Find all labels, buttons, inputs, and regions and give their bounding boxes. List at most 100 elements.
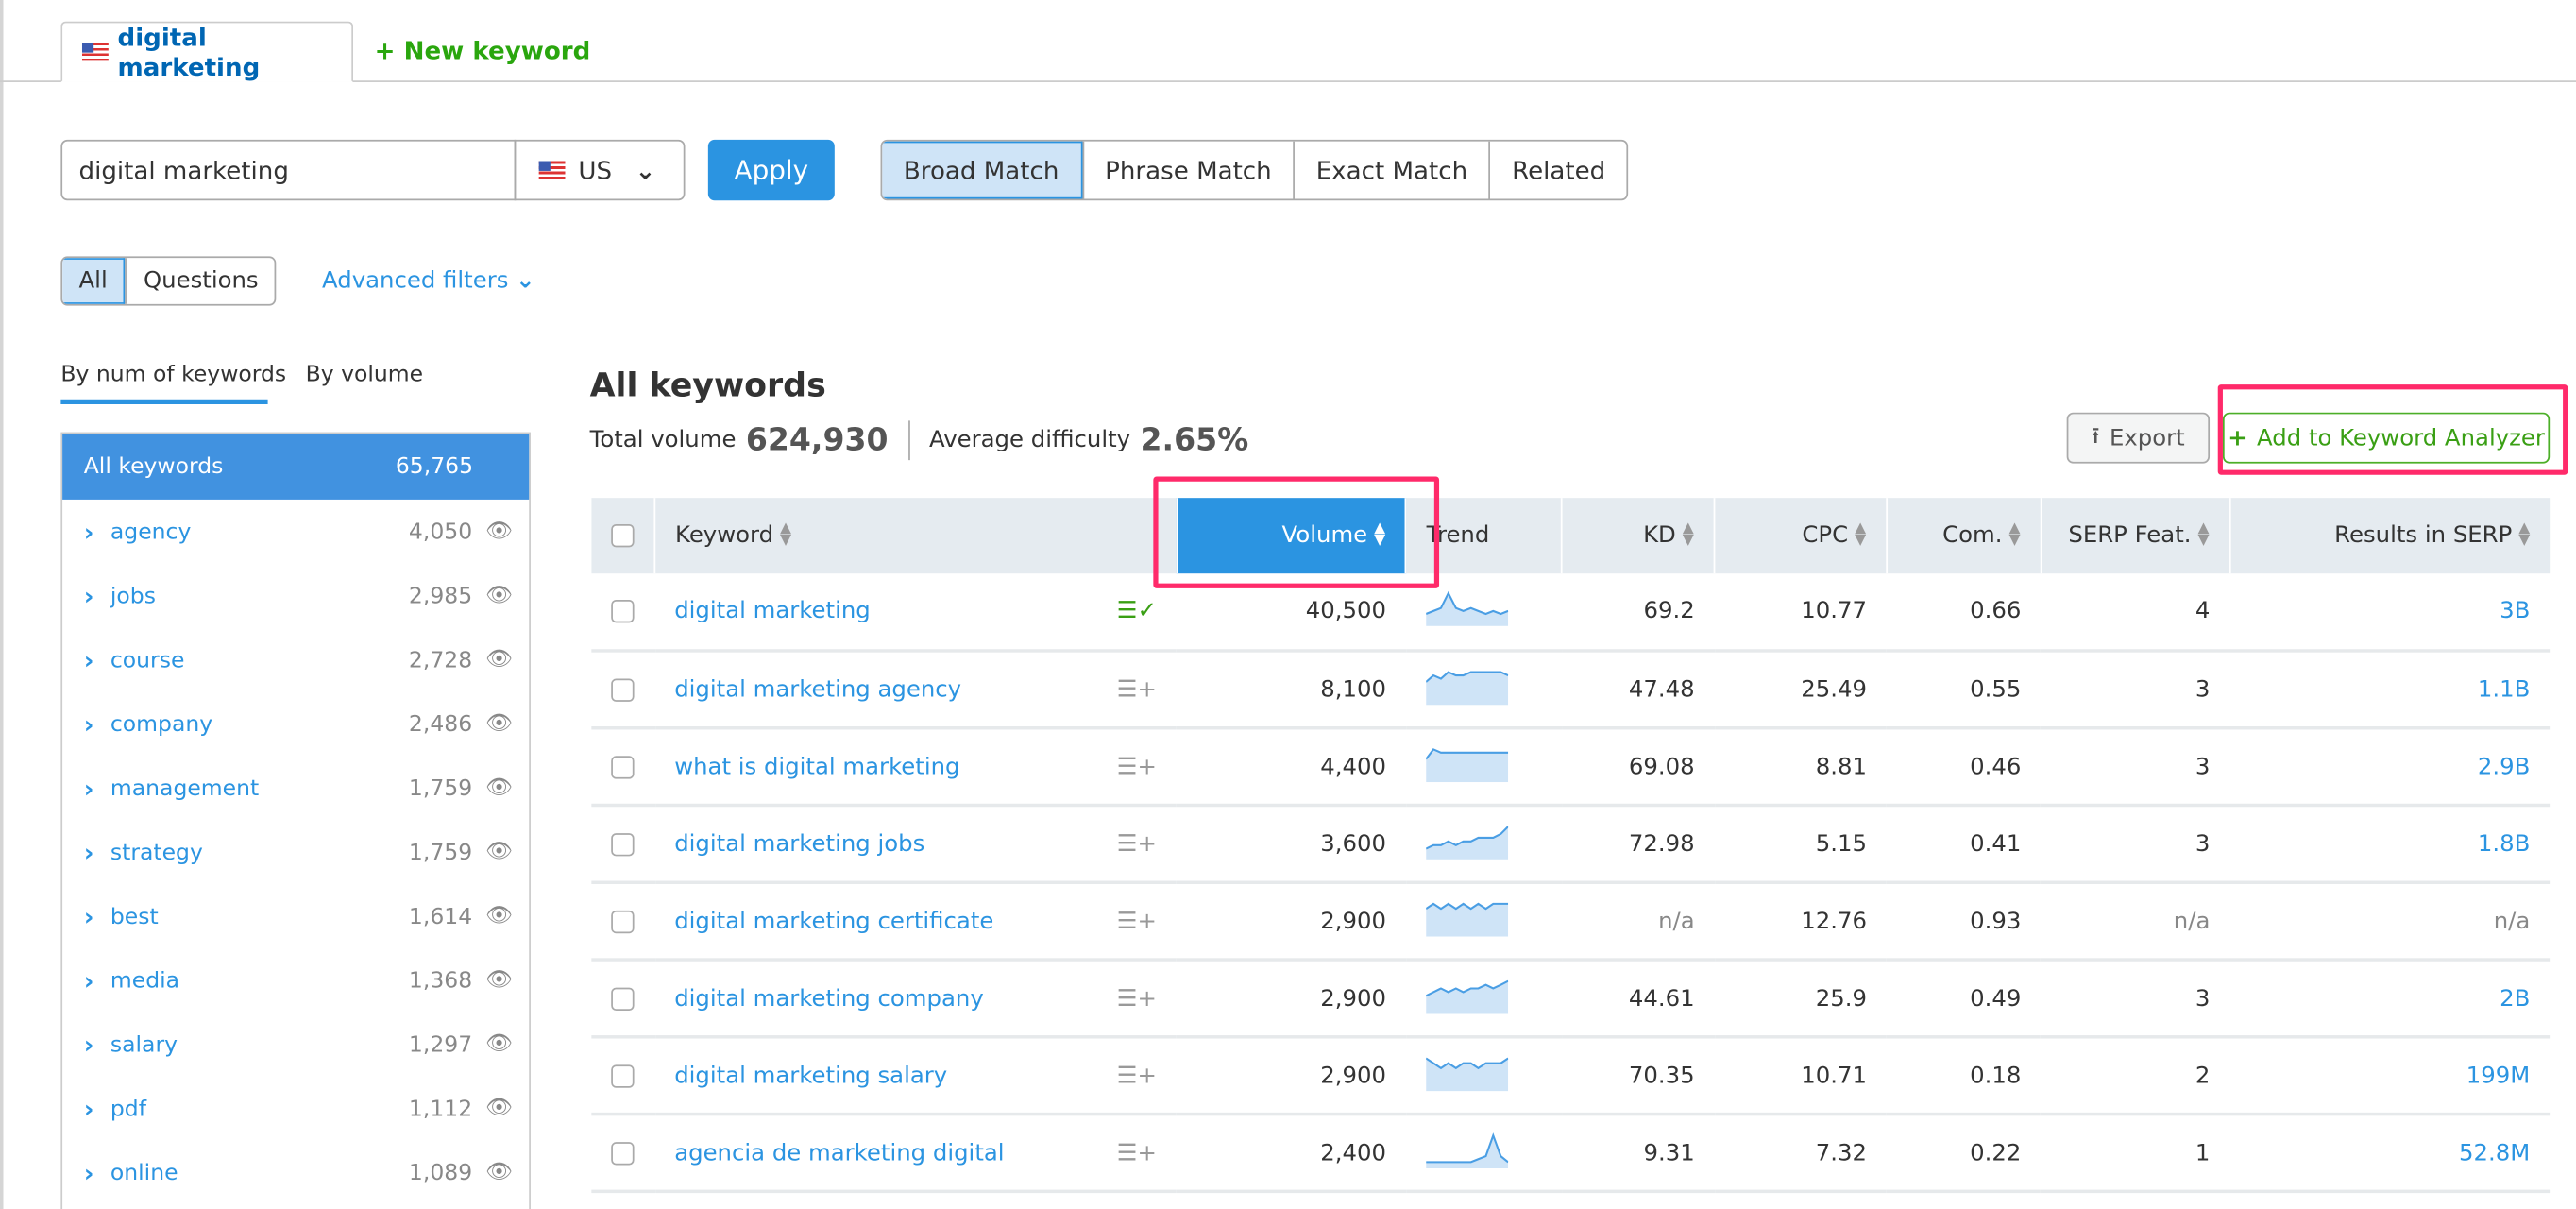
row-checkbox[interactable] (590, 805, 655, 885)
row-checkbox[interactable] (590, 1114, 655, 1194)
all-filter-button[interactable]: All (62, 258, 126, 304)
exact-match-button[interactable]: Exact Match (1293, 141, 1488, 199)
header-cpc[interactable]: CPC ▲ ▼ (1713, 498, 1887, 574)
tab-digital-marketing[interactable]: digital marketing (60, 21, 354, 82)
keyword-link[interactable]: digital marketing jobs (674, 830, 924, 857)
group-label: All keywords (83, 453, 224, 481)
keyword-link[interactable]: digital marketing salary (674, 1063, 947, 1089)
eye-icon[interactable]: 👁 (485, 904, 513, 928)
tab-by-num-keywords[interactable]: By num of keywords (60, 362, 286, 388)
chevron-right-icon[interactable]: › (84, 1030, 94, 1059)
chevron-right-icon[interactable]: › (84, 837, 94, 866)
group-salary[interactable]: › salary 1,297 👁 (62, 1013, 529, 1077)
row-checkbox[interactable] (590, 650, 655, 730)
add-to-list-icon[interactable]: ☰+ (1117, 1140, 1157, 1166)
add-to-list-icon[interactable]: ☰+ (1117, 830, 1157, 857)
eye-icon[interactable]: 👁 (485, 647, 513, 672)
group-pdf[interactable]: › pdf 1,112 👁 (62, 1077, 529, 1141)
header-serp-features[interactable]: SERP Feat. ▲ ▼ (2040, 498, 2230, 574)
list-added-icon[interactable]: ☰✓ (1117, 598, 1157, 624)
new-keyword-button[interactable]: + New keyword (375, 36, 591, 65)
header-results-in-serp[interactable]: Results in SERP ▲ ▼ (2229, 498, 2551, 574)
volume-cell: 4,400 (1176, 727, 1406, 808)
eye-icon[interactable]: 👁 (485, 775, 513, 800)
apply-button[interactable]: Apply (707, 139, 835, 201)
eye-icon[interactable]: 👁 (485, 1096, 513, 1120)
group-label: strategy (110, 839, 203, 866)
header-com[interactable]: Com. ▲ ▼ (1886, 498, 2042, 574)
eye-icon[interactable]: 👁 (485, 1160, 513, 1184)
header-keyword[interactable]: Keyword ▲ ▼ (653, 498, 1177, 574)
group-course[interactable]: › course 2,728 👁 (62, 628, 529, 692)
results-cell[interactable]: 1.8B (2229, 805, 2551, 885)
group-label: media (110, 966, 180, 994)
eye-icon[interactable]: 👁 (485, 711, 513, 736)
results-cell[interactable]: 199M (2229, 1036, 2551, 1116)
group-media[interactable]: › media 1,368 👁 (62, 948, 529, 1013)
add-to-list-icon[interactable]: ☰+ (1117, 754, 1157, 780)
keyword-link[interactable]: digital marketing (674, 598, 871, 624)
chevron-right-icon[interactable]: › (84, 901, 94, 930)
group-jobs[interactable]: › jobs 2,985 👁 (62, 564, 529, 628)
add-to-list-icon[interactable]: ☰+ (1117, 985, 1157, 1012)
serp-features-cell: 2 (2041, 1036, 2230, 1116)
group-management[interactable]: › management 1,759 👁 (62, 756, 529, 820)
country-select[interactable]: US ⌄ (514, 139, 686, 201)
tab-by-volume[interactable]: By volume (306, 362, 424, 388)
eye-icon[interactable]: 👁 (485, 584, 513, 608)
chevron-right-icon[interactable]: › (84, 1158, 94, 1187)
group-company[interactable]: › company 2,486 👁 (62, 691, 529, 756)
broad-match-button[interactable]: Broad Match (882, 141, 1082, 199)
group-count: 65,765 (395, 453, 474, 481)
serp-features-cell: n/a (2041, 882, 2230, 962)
select-all-checkbox[interactable] (589, 498, 655, 574)
chevron-right-icon[interactable]: › (84, 965, 94, 995)
row-checkbox[interactable] (590, 882, 655, 962)
chevron-right-icon[interactable]: › (84, 1094, 94, 1123)
eye-icon[interactable]: 👁 (485, 968, 513, 993)
related-button[interactable]: Related (1488, 141, 1627, 199)
eye-icon[interactable]: 👁 (485, 519, 513, 544)
group-online[interactable]: › online 1,089 👁 (62, 1140, 529, 1204)
keyword-link[interactable]: digital marketing agency (674, 676, 961, 703)
row-checkbox[interactable] (590, 573, 655, 653)
header-kd[interactable]: KD ▲ ▼ (1561, 498, 1715, 574)
kd-cell: 70.35 (1562, 1036, 1715, 1116)
results-cell[interactable]: 2B (2229, 960, 2551, 1039)
kd-cell: 9.31 (1562, 1114, 1715, 1194)
group-best[interactable]: › best 1,614 👁 (62, 884, 529, 948)
advanced-filters-button[interactable]: Advanced filters ⌄ (322, 268, 535, 295)
chevron-right-icon[interactable]: › (84, 709, 94, 739)
group-strategy[interactable]: › strategy 1,759 👁 (62, 820, 529, 884)
eye-icon[interactable]: 👁 (485, 1032, 513, 1057)
keyword-search-input[interactable] (60, 139, 517, 201)
group-agency[interactable]: › agency 4,050 👁 (62, 500, 529, 564)
results-cell[interactable]: 2.9B (2229, 727, 2551, 808)
row-checkbox[interactable] (590, 727, 655, 808)
chevron-right-icon[interactable]: › (84, 581, 94, 610)
add-to-list-icon[interactable]: ☰+ (1117, 1063, 1157, 1089)
chevron-right-icon[interactable]: › (84, 774, 94, 803)
chevron-right-icon[interactable]: › (84, 517, 94, 546)
results-cell[interactable]: 52.8M (2229, 1114, 2551, 1194)
add-to-list-icon[interactable]: ☰+ (1117, 676, 1157, 703)
results-cell[interactable]: 1.1B (2229, 650, 2551, 730)
group-all-keywords[interactable]: All keywords 65,765 (62, 434, 530, 500)
com-cell: 0.55 (1886, 650, 2042, 730)
keyword-link[interactable]: agencia de marketing digital (674, 1140, 1004, 1166)
add-to-list-icon[interactable]: ☰+ (1117, 908, 1157, 934)
table-row: digital marketing agency ☰+ 8,100 47.48 2… (590, 650, 2551, 730)
results-cell[interactable]: 3B (2229, 573, 2551, 653)
export-button[interactable]: ⭱ Export (2066, 412, 2211, 464)
row-checkbox[interactable] (590, 1036, 655, 1116)
keyword-link[interactable]: digital marketing company (674, 985, 984, 1012)
kd-cell: 44.61 (1562, 960, 1715, 1039)
keyword-link[interactable]: digital marketing certificate (674, 908, 993, 934)
cpc-cell: 25.49 (1714, 650, 1887, 730)
phrase-match-button[interactable]: Phrase Match (1081, 141, 1294, 199)
row-checkbox[interactable] (590, 960, 655, 1039)
chevron-right-icon[interactable]: › (84, 645, 94, 674)
eye-icon[interactable]: 👁 (485, 840, 513, 864)
questions-filter-button[interactable]: Questions (125, 258, 275, 304)
keyword-link[interactable]: what is digital marketing (674, 754, 959, 780)
